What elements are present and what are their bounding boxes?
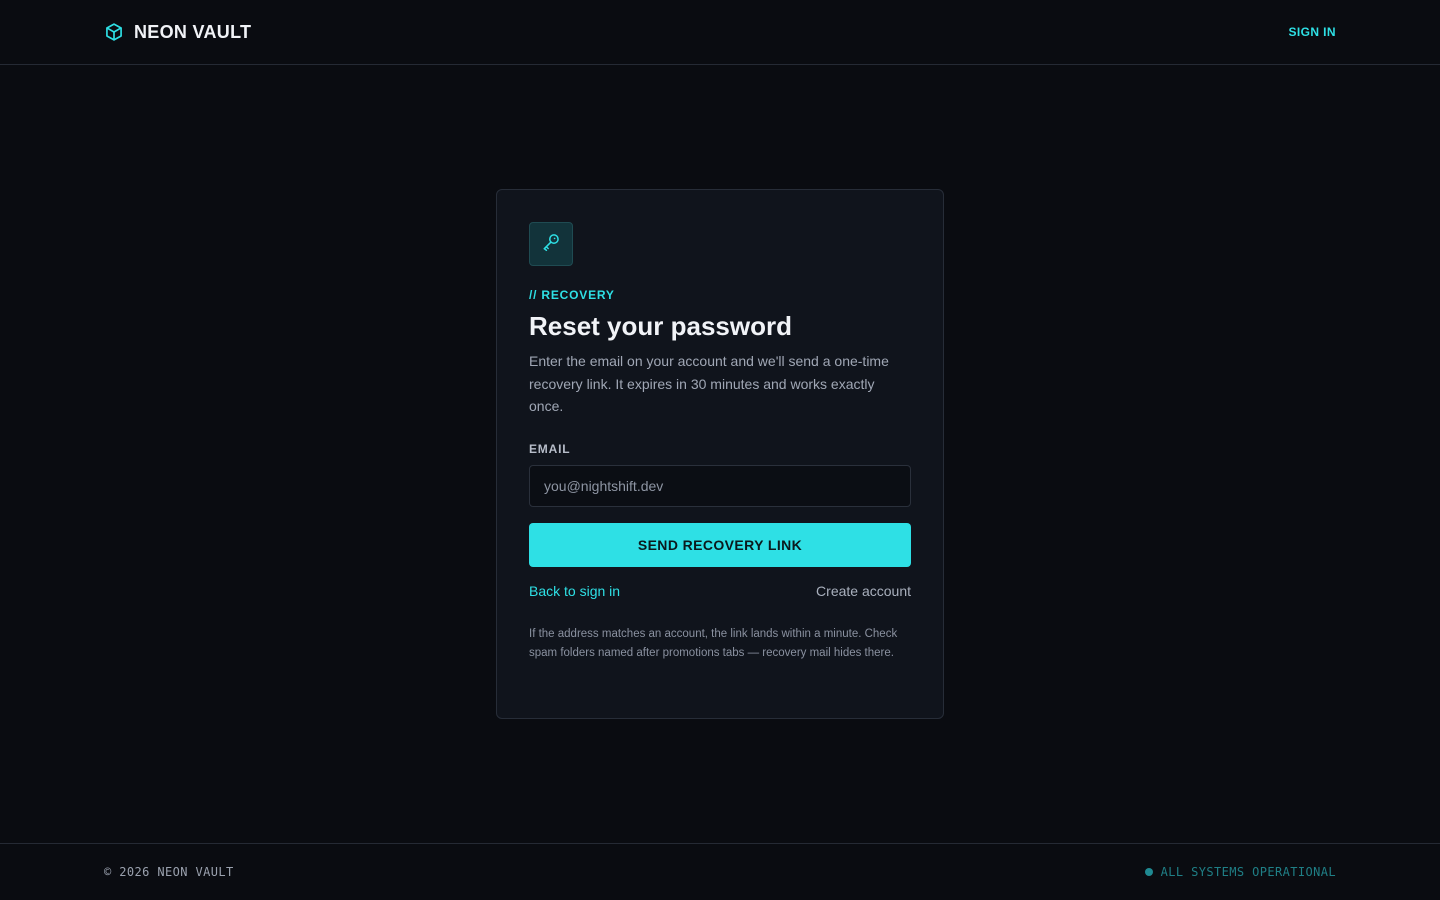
status-text: ALL SYSTEMS OPERATIONAL (1160, 865, 1336, 879)
top-bar: NEON VAULT SIGN IN (0, 0, 1440, 65)
sign-in-link[interactable]: SIGN IN (1289, 25, 1336, 39)
page-description: Enter the email on your account and we'l… (529, 353, 889, 414)
section-eyebrow: // RECOVERY (529, 288, 615, 302)
create-account-link[interactable]: Create account (816, 583, 911, 599)
send-recovery-link-button[interactable]: SEND RECOVERY LINK (529, 522, 911, 567)
brand-name: NEON VAULT (134, 21, 252, 42)
system-status: ALL SYSTEMS OPERATIONAL (1144, 865, 1336, 879)
email-label: EMAIL (529, 441, 571, 456)
back-to-sign-in-link[interactable]: Back to sign in (529, 583, 620, 599)
key-icon (541, 232, 561, 256)
footer: © 2026 NEON VAULT ALL SYSTEMS OPERATIONA… (0, 843, 1440, 900)
email-field[interactable] (529, 464, 911, 507)
status-dot-icon (1144, 868, 1153, 876)
page-title: Reset your password (529, 311, 792, 341)
help-note: If the address matches an account, the l… (529, 627, 898, 660)
card-links: Back to sign in Create account (529, 583, 911, 599)
copyright: © 2026 NEON VAULT (104, 865, 234, 879)
key-icon-badge (529, 222, 573, 266)
cube-icon (104, 22, 124, 42)
recovery-card: // RECOVERY Reset your password Enter th… (496, 189, 944, 719)
brand[interactable]: NEON VAULT (104, 22, 251, 43)
